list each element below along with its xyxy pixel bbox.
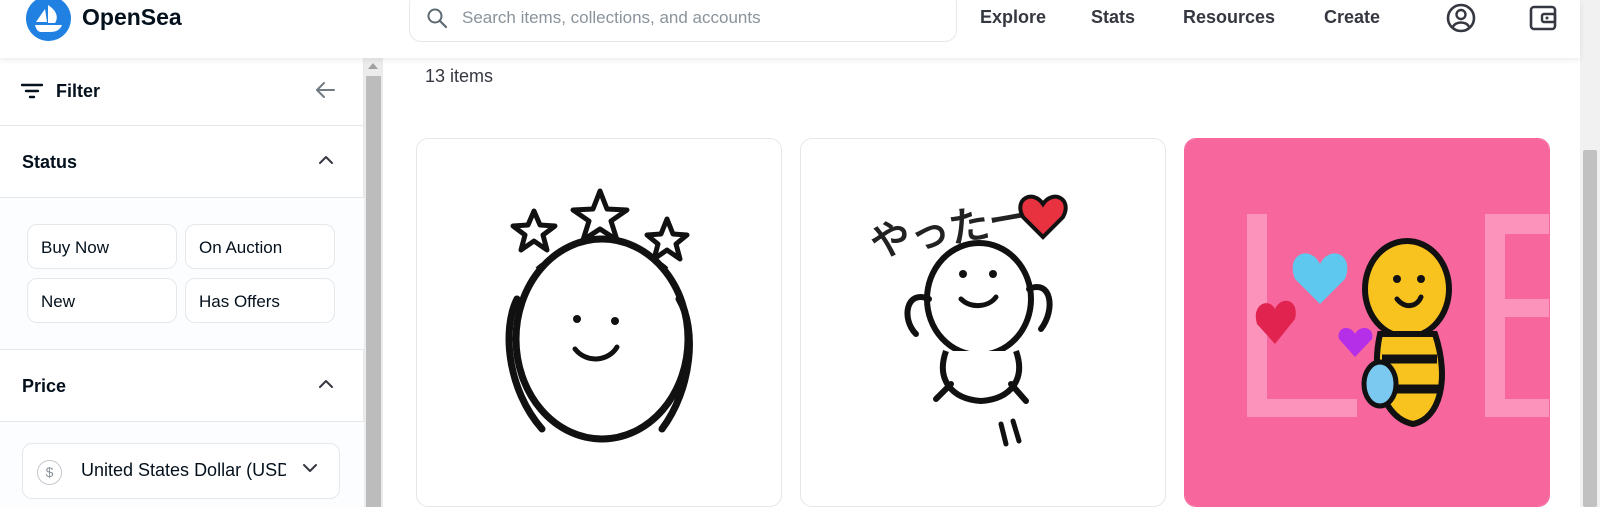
status-on-auction-button[interactable]: On Auction	[185, 224, 335, 269]
filter-icon	[21, 83, 43, 99]
nft-card[interactable]: やったー	[800, 138, 1166, 507]
item-count: 13 items	[425, 66, 494, 86]
chevron-down-icon	[303, 464, 317, 472]
account-icon[interactable]	[1445, 2, 1477, 34]
currency-value: United States Dollar (USD)	[81, 460, 286, 480]
page-scrollbar[interactable]	[1580, 0, 1600, 507]
status-buy-now-button[interactable]: Buy Now	[27, 224, 177, 269]
status-title: Status	[22, 152, 78, 172]
filter-sidebar: Filter Status Buy Now On Auction New Has…	[0, 58, 364, 507]
price-options: $ United States Dollar (USD)	[0, 422, 364, 507]
chevron-up-icon	[319, 380, 333, 388]
filter-header[interactable]: Filter	[0, 58, 364, 126]
sidebar-scrollbar-thumb[interactable]	[366, 76, 381, 507]
price-title: Price	[22, 376, 67, 396]
currency-select[interactable]: $ United States Dollar (USD)	[22, 443, 340, 499]
search-bar[interactable]	[409, 0, 957, 42]
top-nav-bar: OpenSea Explore Stats Resources Create	[0, 0, 1580, 58]
nav-explore[interactable]: Explore	[980, 7, 1046, 28]
status-options: Buy Now On Auction New Has Offers	[0, 198, 364, 350]
page-scrollbar-thumb[interactable]	[1583, 150, 1597, 507]
search-icon	[427, 8, 448, 29]
scroll-up-arrow-icon[interactable]	[368, 63, 378, 69]
sidebar-scrollbar[interactable]	[364, 58, 383, 507]
filter-label: Filter	[56, 81, 101, 101]
wallet-icon[interactable]	[1527, 2, 1559, 34]
search-input[interactable]	[462, 6, 932, 30]
arrow-left-icon[interactable]	[313, 78, 337, 102]
nft-card[interactable]	[1184, 138, 1550, 507]
nav-stats[interactable]: Stats	[1091, 7, 1135, 28]
nav-resources[interactable]: Resources	[1183, 7, 1275, 28]
nft-artwork-cheering-blob: やったー	[867, 194, 1068, 447]
status-new-button[interactable]: New	[27, 278, 177, 323]
opensea-logo-icon[interactable]	[26, 0, 71, 41]
price-section-header[interactable]: Price	[0, 350, 364, 422]
nft-card[interactable]	[416, 138, 782, 507]
status-section-header[interactable]: Status	[0, 126, 364, 198]
nft-artwork-bee-with-hearts	[1185, 139, 1549, 506]
nav-create[interactable]: Create	[1324, 7, 1380, 28]
brand-name[interactable]: OpenSea	[82, 4, 182, 31]
dollar-icon: $	[37, 460, 62, 485]
nft-artwork-star-crown	[505, 188, 693, 443]
status-has-offers-button[interactable]: Has Offers	[185, 278, 335, 323]
chevron-up-icon	[319, 156, 333, 164]
